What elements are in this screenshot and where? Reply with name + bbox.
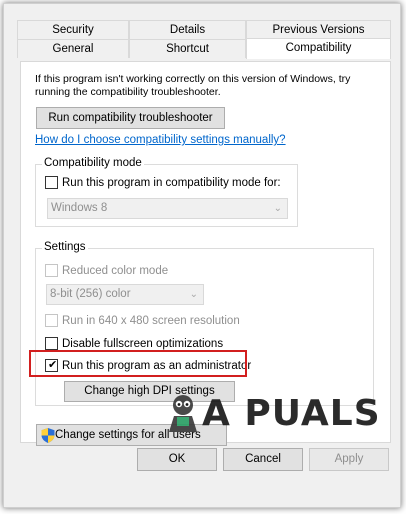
watermark-text: A PUALS bbox=[202, 392, 381, 434]
os-select[interactable]: Windows 8 ⌄ bbox=[47, 198, 288, 219]
resolution-row: Run in 640 x 480 screen resolution bbox=[45, 314, 240, 327]
compat-mode-checkbox[interactable] bbox=[45, 176, 58, 189]
resolution-checkbox bbox=[45, 314, 58, 327]
tab-previous-versions[interactable]: Previous Versions bbox=[246, 20, 391, 39]
tab-details[interactable]: Details bbox=[129, 20, 246, 39]
os-select-value: Windows 8 bbox=[51, 202, 108, 214]
disable-fullscreen-label: Disable fullscreen optimizations bbox=[62, 337, 224, 350]
cancel-button[interactable]: Cancel bbox=[223, 448, 303, 471]
tab-general[interactable]: General bbox=[17, 39, 129, 58]
disable-fullscreen-checkbox[interactable] bbox=[45, 337, 58, 350]
compatibility-mode-title: Compatibility mode bbox=[42, 157, 144, 169]
ok-button[interactable]: OK bbox=[137, 448, 217, 471]
settings-title: Settings bbox=[42, 241, 88, 253]
chevron-down-icon: ⌄ bbox=[273, 203, 282, 214]
compat-mode-checkbox-row[interactable]: Run this program in compatibility mode f… bbox=[45, 176, 281, 189]
reduced-color-label: Reduced color mode bbox=[62, 264, 169, 277]
compatibility-panel: If this program isn't working correctly … bbox=[20, 61, 391, 446]
watermark-logo: A PUALS bbox=[166, 392, 381, 434]
annotation-highlight-box bbox=[29, 350, 247, 377]
mascot-icon bbox=[169, 395, 197, 432]
apply-button[interactable]: Apply bbox=[309, 448, 389, 471]
tab-compatibility[interactable]: Compatibility bbox=[246, 38, 391, 59]
run-troubleshooter-button[interactable]: Run compatibility troubleshooter bbox=[36, 107, 225, 129]
tab-security[interactable]: Security bbox=[17, 20, 129, 39]
disable-fullscreen-row[interactable]: Disable fullscreen optimizations bbox=[45, 337, 223, 350]
color-depth-value: 8-bit (256) color bbox=[50, 288, 131, 300]
compatibility-mode-group: Compatibility mode Run this program in c… bbox=[35, 157, 298, 227]
intro-text: If this program isn't working correctly … bbox=[35, 73, 351, 98]
reduced-color-row: Reduced color mode bbox=[45, 264, 168, 277]
properties-dialog: Security Details Previous Versions Gener… bbox=[3, 3, 401, 508]
chevron-down-icon: ⌄ bbox=[189, 289, 198, 300]
uac-shield-icon bbox=[41, 428, 55, 443]
resolution-label: Run in 640 x 480 screen resolution bbox=[62, 314, 240, 327]
color-depth-select: 8-bit (256) color ⌄ bbox=[46, 284, 204, 305]
settings-group: Settings Reduced color mode 8-bit (256) … bbox=[35, 241, 374, 406]
compat-mode-label: Run this program in compatibility mode f… bbox=[62, 176, 281, 189]
help-link[interactable]: How do I choose compatibility settings m… bbox=[35, 134, 286, 146]
tab-shortcut[interactable]: Shortcut bbox=[129, 39, 246, 58]
reduced-color-checkbox bbox=[45, 264, 58, 277]
